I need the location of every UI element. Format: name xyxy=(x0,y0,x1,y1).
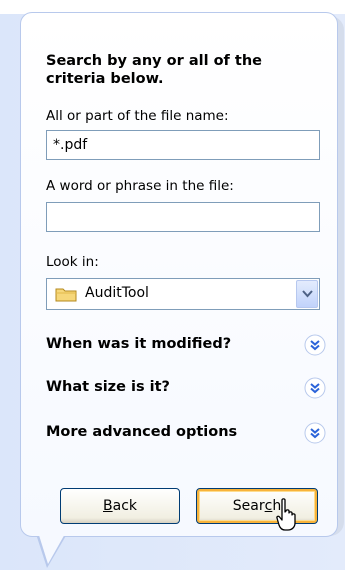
double-chevron-down-icon[interactable] xyxy=(304,334,326,356)
chevron-down-icon xyxy=(302,290,313,298)
search-panel xyxy=(20,12,338,537)
back-accelerator: B xyxy=(103,498,113,514)
bubble-tail xyxy=(38,532,66,564)
double-chevron-down-icon[interactable] xyxy=(304,377,326,399)
look-in-label: Look in: xyxy=(46,254,99,270)
filename-input[interactable] xyxy=(46,130,320,160)
dropdown-button[interactable] xyxy=(296,280,318,308)
section-label: When was it modified? xyxy=(46,336,232,352)
phrase-input[interactable] xyxy=(46,202,320,232)
section-advanced-options[interactable]: More advanced options xyxy=(46,422,326,446)
back-button[interactable]: Back xyxy=(60,488,180,524)
look-in-select[interactable]: AuditTool xyxy=(46,278,320,310)
double-chevron-down-icon[interactable] xyxy=(304,422,326,444)
folder-icon xyxy=(55,288,77,302)
look-in-value: AuditTool xyxy=(85,285,149,301)
search-label-start: Sear xyxy=(232,498,265,514)
section-size[interactable]: What size is it? xyxy=(46,377,326,401)
hand-pointer-icon xyxy=(276,498,296,531)
phrase-label: A word or phrase in the file: xyxy=(46,178,234,194)
section-label: More advanced options xyxy=(46,424,238,440)
search-button[interactable]: Sear c h xyxy=(196,488,318,524)
filename-label: All or part of the file name: xyxy=(46,108,229,124)
section-label: What size is it? xyxy=(46,379,170,395)
back-label: ack xyxy=(112,498,137,514)
section-when-modified[interactable]: When was it modified? xyxy=(46,334,326,358)
search-prompt: Search by any or all of the criteria bel… xyxy=(46,53,263,87)
search-accelerator: c xyxy=(264,498,273,514)
